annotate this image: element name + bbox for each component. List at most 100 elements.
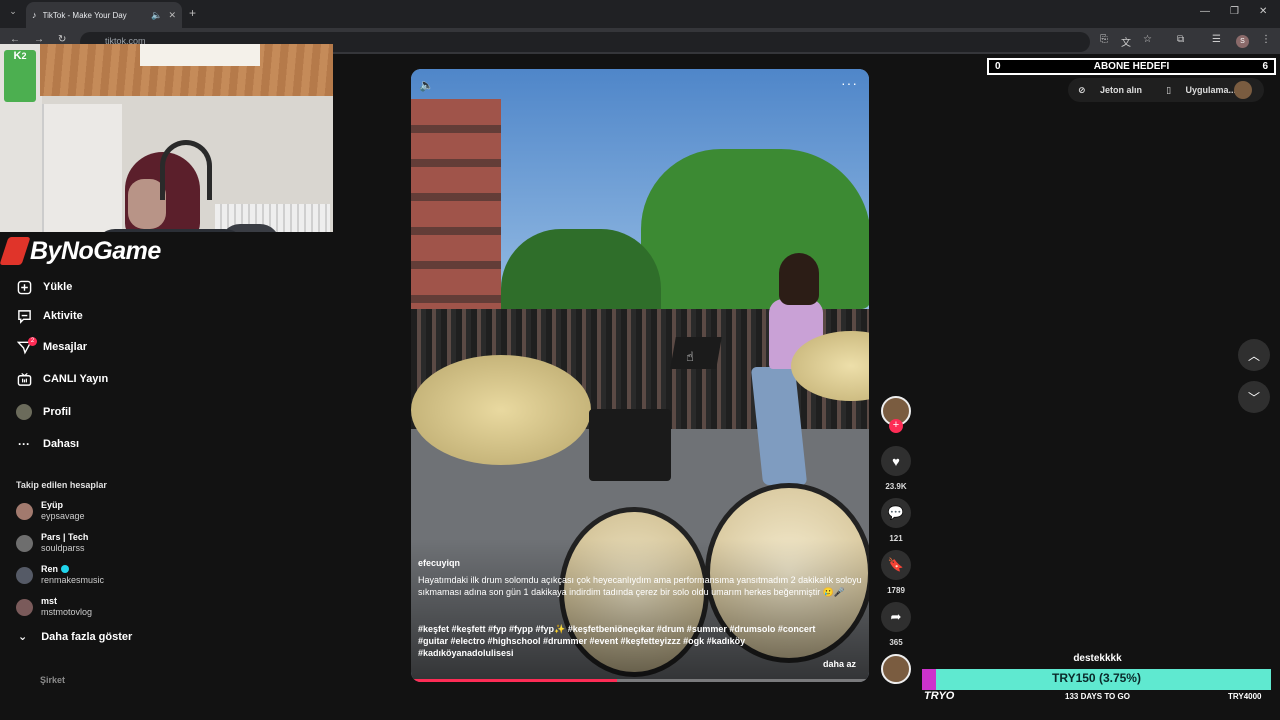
account-name: Pars | Tech bbox=[41, 532, 89, 542]
next-video-button[interactable]: ﹀ bbox=[1238, 381, 1270, 413]
poster-number: 2 bbox=[21, 51, 27, 61]
chevron-down-icon: ﹀ bbox=[1247, 390, 1260, 405]
video-author[interactable]: efecuyiqn bbox=[418, 558, 460, 568]
browser-tab[interactable]: ♪ TikTok - Make Your Day 🔈 ✕ bbox=[26, 2, 182, 28]
show-more-button[interactable]: ⌄ Daha fazla göster bbox=[18, 630, 132, 643]
tab-close-icon[interactable]: ✕ bbox=[168, 10, 176, 21]
subscriber-goal-bar: 0 ABONE HEDEFI 6 bbox=[987, 58, 1276, 75]
bookmark-star-icon[interactable]: ☆ bbox=[1143, 34, 1152, 45]
donation-days-left: 133 DAYS TO GO bbox=[1065, 692, 1130, 701]
webcam-overlay: K2 bbox=[0, 44, 333, 232]
video-performer-hair bbox=[779, 253, 819, 305]
donation-goal-label: TRY4000 bbox=[1228, 692, 1262, 701]
tab-search-button[interactable]: ⌄ bbox=[6, 6, 20, 20]
account-avatar bbox=[16, 598, 33, 616]
share-button[interactable]: ➦ bbox=[881, 602, 911, 632]
goal-title: ABONE HEDEFI bbox=[1093, 61, 1170, 72]
close-window-icon[interactable]: ✕ bbox=[1259, 6, 1267, 17]
donation-start-label: TRYO bbox=[924, 690, 955, 702]
video-caption: Hayatımdaki ilk drum solomdu açıkçası ço… bbox=[418, 575, 862, 597]
account-handle: renmakesmusic bbox=[41, 575, 105, 585]
nav-messages[interactable]: Mesajlar bbox=[16, 336, 87, 358]
follow-plus-icon[interactable]: + bbox=[889, 419, 903, 433]
following-heading: Takip edilen hesaplar bbox=[16, 480, 107, 490]
mouse-cursor-icon: ☝ bbox=[686, 349, 694, 364]
tab-title: TikTok - Make Your Day bbox=[42, 10, 127, 20]
account-handle: souldparss bbox=[41, 543, 85, 553]
get-coins-label: Jeton alın bbox=[1100, 84, 1143, 95]
browser-profile-avatar[interactable]: S bbox=[1236, 35, 1249, 48]
get-app-label: Uygulama... bbox=[1185, 84, 1237, 95]
account-avatar bbox=[16, 566, 33, 584]
video-trees bbox=[641, 149, 869, 309]
save-button[interactable]: 🔖 bbox=[881, 550, 911, 580]
video-options-icon[interactable]: ··· bbox=[841, 75, 858, 91]
video-trees bbox=[501, 229, 661, 319]
show-less-button[interactable]: daha az bbox=[823, 659, 856, 669]
comment-icon: 💬 bbox=[887, 505, 905, 520]
goal-current: 0 bbox=[995, 61, 1001, 72]
previous-video-button[interactable]: ︿ bbox=[1238, 339, 1270, 371]
video-speaker bbox=[589, 409, 671, 481]
bynogame-logo-mark bbox=[0, 237, 31, 265]
video-progress-fill bbox=[411, 679, 618, 682]
comment-count: 121 bbox=[889, 534, 903, 543]
coin-icon: ⊘ bbox=[1078, 84, 1089, 95]
following-account[interactable]: mst mstmotovlog bbox=[16, 594, 92, 620]
new-tab-button[interactable]: + bbox=[189, 6, 196, 20]
volume-icon[interactable]: 🔈 bbox=[419, 78, 434, 92]
extensions-icon[interactable]: ⧉ bbox=[1177, 34, 1184, 45]
reading-list-icon[interactable]: ☰ bbox=[1212, 34, 1221, 45]
nav-live-label: CANLI Yayın bbox=[43, 373, 109, 385]
following-account[interactable]: Ren renmakesmusic bbox=[16, 562, 104, 588]
activity-icon bbox=[16, 308, 32, 324]
restore-icon[interactable]: ❐ bbox=[1230, 6, 1239, 17]
account-name: mst bbox=[41, 596, 58, 606]
cam-poster: K2 bbox=[4, 50, 36, 102]
account-handle: eypsavage bbox=[41, 511, 85, 521]
user-avatar[interactable] bbox=[1234, 81, 1252, 99]
cam-streamer-body bbox=[95, 229, 245, 232]
nav-live[interactable]: CANLI Yayın bbox=[16, 368, 108, 390]
chevron-up-icon: ︿ bbox=[1247, 348, 1260, 363]
more-dots-icon: ··· bbox=[18, 437, 30, 451]
like-count: 23.9K bbox=[885, 482, 907, 491]
get-coins-button[interactable]: ⊘ Jeton alın bbox=[1078, 85, 1154, 96]
tab-audio-icon[interactable]: 🔈 bbox=[151, 10, 162, 21]
nav-more[interactable]: ··· Dahası bbox=[16, 433, 79, 455]
comment-button[interactable]: 💬 bbox=[881, 498, 911, 528]
goal-target: 6 bbox=[1262, 61, 1268, 72]
browser-menu-icon[interactable]: ⋮ bbox=[1261, 34, 1271, 45]
heart-icon: ♥ bbox=[892, 453, 900, 469]
following-account[interactable]: Eyüp eypsavage bbox=[16, 498, 85, 524]
nav-profile[interactable]: Profil bbox=[16, 401, 71, 423]
bynogame-logo: ByNoGame bbox=[0, 235, 161, 267]
account-avatar bbox=[16, 502, 33, 520]
video-player[interactable]: 🔈 ··· ☝ efecuyiqn Hayatımdaki ilk drum s… bbox=[411, 69, 869, 682]
account-avatar bbox=[16, 534, 33, 552]
account-handle: mstmotovlog bbox=[41, 607, 93, 617]
share-count: 365 bbox=[889, 638, 903, 647]
sound-avatar[interactable] bbox=[881, 654, 911, 684]
video-hashtags[interactable]: #keşfet #keşfett #fyp #fypp #fyp✨ #keşfe… bbox=[418, 623, 838, 659]
profile-avatar-icon bbox=[16, 404, 32, 420]
footer-company-link[interactable]: Şirket bbox=[40, 675, 65, 685]
verified-badge-icon bbox=[61, 565, 70, 573]
cam-door bbox=[42, 104, 122, 232]
minimize-icon[interactable]: — bbox=[1200, 6, 1210, 17]
following-account[interactable]: Pars | Tech souldparss bbox=[16, 530, 88, 556]
translate-icon[interactable]: 文 bbox=[1121, 34, 1131, 49]
phone-icon: ▯ bbox=[1166, 84, 1174, 95]
live-icon bbox=[16, 371, 32, 387]
nav-activity[interactable]: Aktivite bbox=[16, 305, 83, 327]
share-icon: ➦ bbox=[890, 609, 902, 624]
nav-activity-label: Aktivite bbox=[43, 310, 83, 322]
like-button[interactable]: ♥ bbox=[881, 446, 911, 476]
tiktok-favicon-icon: ♪ bbox=[32, 10, 37, 20]
nav-messages-label: Mesajlar bbox=[43, 341, 88, 353]
install-app-icon[interactable]: ⎘ bbox=[1100, 34, 1108, 45]
bynogame-logo-text: ByNoGame bbox=[30, 236, 161, 265]
show-more-label: Daha fazla göster bbox=[41, 631, 133, 643]
nav-upload[interactable]: Yükle bbox=[16, 276, 72, 298]
video-cymbal bbox=[411, 355, 591, 465]
